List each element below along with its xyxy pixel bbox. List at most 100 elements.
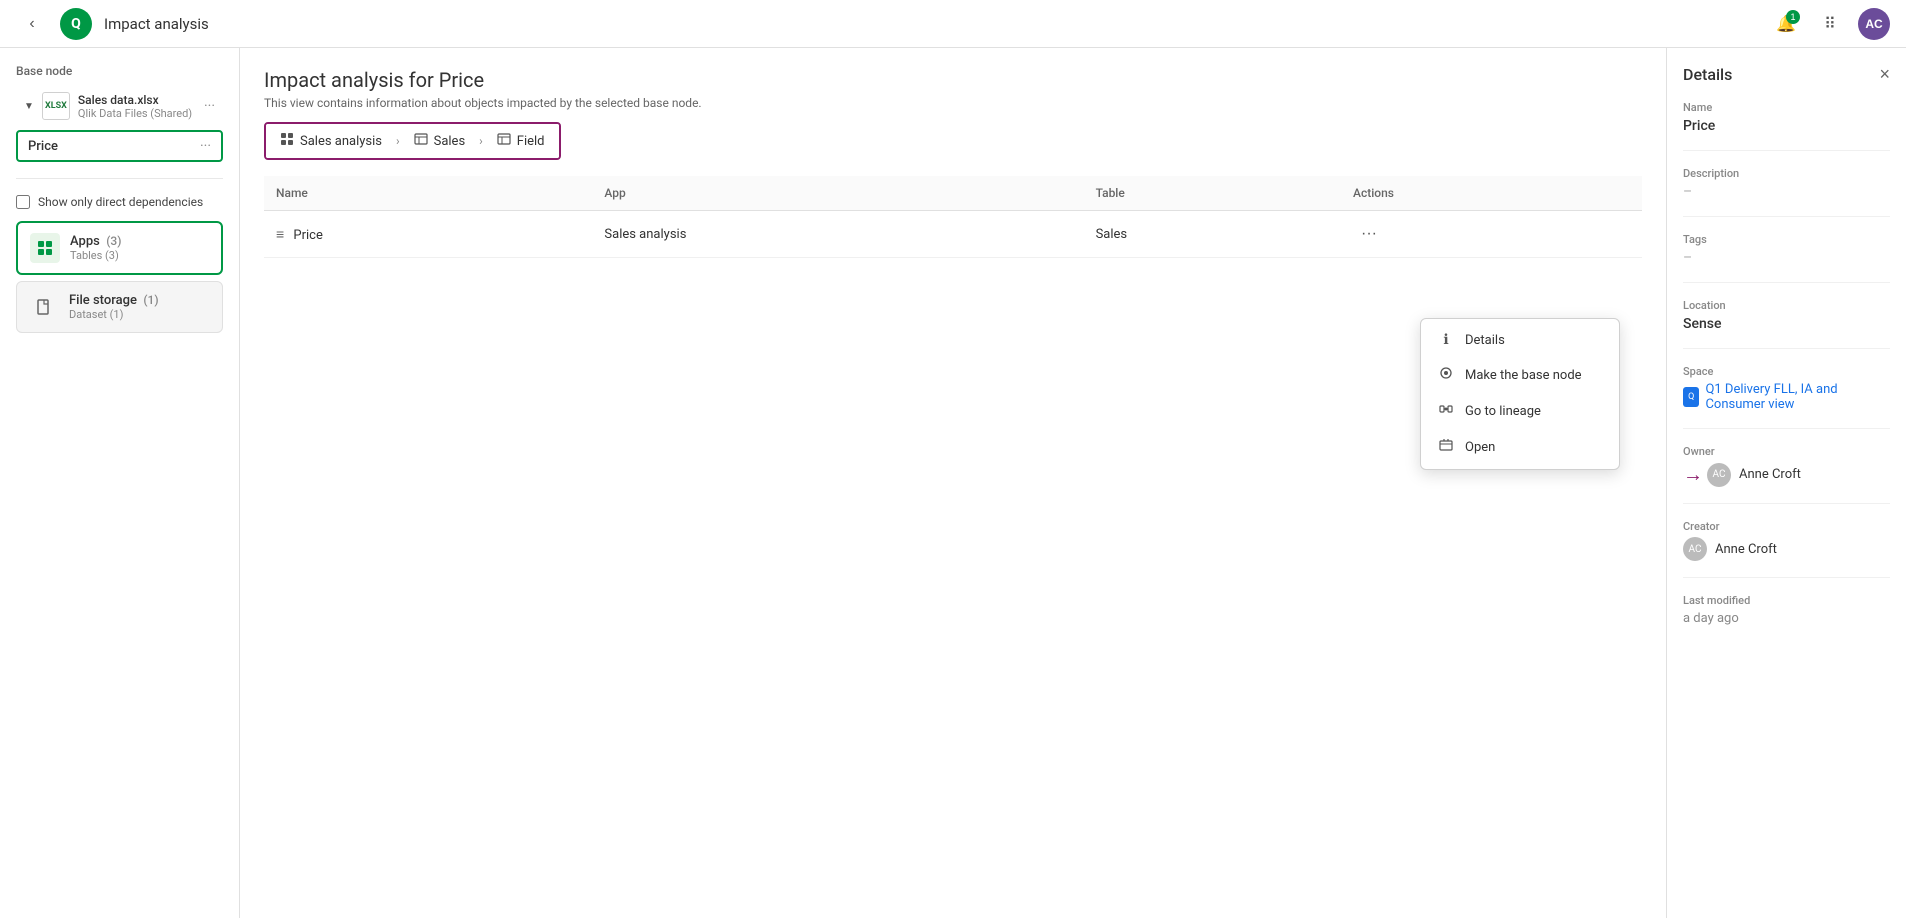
panel-title: Details [1683,65,1732,84]
space-item: Q Q1 Delivery FLL, IA and Consumer view [1683,382,1890,412]
price-chip-label: Price [28,139,58,154]
row-actions: ··· [1341,211,1642,258]
file-storage-nav-info: File storage (1) Dataset (1) [69,293,210,321]
ctx-go-to-lineage[interactable]: Go to lineage [1421,393,1619,429]
apps-nav-title: Apps (3) [70,234,209,249]
left-sidebar: Base node ▼ XLSX Sales data.xlsx Qlik Da… [0,48,240,918]
breadcrumb-field-label: Field [517,134,545,149]
apps-grid-button[interactable]: ⠿ [1814,8,1846,40]
file-name: Sales data.xlsx [78,93,196,107]
panel-location-section: Location Sense [1683,299,1890,349]
creator-item: AC Anne Croft [1683,537,1890,561]
user-avatar-button[interactable]: AC [1858,8,1890,40]
space-value: Q1 Delivery FLL, IA and Consumer view [1705,382,1890,412]
file-storage-icon [29,292,59,322]
location-label: Location [1683,299,1890,312]
row-app: Sales analysis [592,211,1083,258]
panel-owner-section: Owner → AC Anne Croft [1683,445,1890,504]
topbar-actions: 🔔 1 ⠿ AC [1770,8,1890,40]
field-icon [497,132,511,150]
last-modified-value: a day ago [1683,611,1890,626]
apps-nav-info: Apps (3) Tables (3) [70,234,209,262]
file-more-button[interactable]: ··· [204,98,215,114]
back-icon: ‹ [29,15,34,33]
breadcrumb-sales-label: Sales [434,134,466,149]
breadcrumb: Sales analysis › Sales › Field [264,122,561,160]
breadcrumb-sales-analysis-label: Sales analysis [300,134,382,149]
file-storage-nav-sub: Dataset (1) [69,308,210,321]
panel-close-button[interactable]: × [1879,64,1890,85]
file-source: Qlik Data Files (Shared) [78,107,196,120]
breadcrumb-sales[interactable]: Sales [400,124,480,158]
row-actions-button[interactable]: ··· [1353,221,1385,247]
row-name-icon: ≡ [276,227,284,243]
owner-item: AC Anne Croft [1707,463,1801,487]
tags-value: – [1683,250,1890,266]
impact-table: Name App Table Actions ≡ Price Sales ana… [264,176,1642,258]
file-info: Sales data.xlsx Qlik Data Files (Shared) [78,93,196,120]
ctx-open[interactable]: Open [1421,429,1619,465]
owner-row: → AC Anne Croft [1683,462,1890,487]
main-content: Impact analysis for Price This view cont… [240,48,1666,918]
price-chip[interactable]: Price ··· [16,130,223,162]
owner-arrow-icon: → [1683,462,1703,487]
row-name-value: Price [293,228,322,243]
location-value: Sense [1683,316,1890,332]
apps-icon [30,233,60,263]
nav-item-apps[interactable]: Apps (3) Tables (3) [16,221,223,275]
notification-badge: 1 [1786,10,1800,24]
base-node-label: Base node [16,64,223,78]
panel-space-section: Space Q Q1 Delivery FLL, IA and Consumer… [1683,365,1890,429]
sidebar-divider [16,178,223,179]
file-storage-nav-title: File storage (1) [69,293,210,308]
ctx-make-base-node[interactable]: Make the base node [1421,357,1619,393]
name-value: Price [1683,118,1890,134]
logo: Q [60,8,92,40]
creator-avatar: AC [1683,537,1707,561]
open-icon [1437,438,1455,456]
breadcrumb-sales-analysis[interactable]: Sales analysis [266,124,396,158]
table-area: Name App Table Actions ≡ Price Sales ana… [240,160,1666,918]
nav-item-file-storage[interactable]: File storage (1) Dataset (1) [16,281,223,333]
col-app: App [592,176,1083,211]
topbar: ‹ Q Impact analysis 🔔 1 ⠿ AC [0,0,1906,48]
sales-icon [414,132,428,150]
expand-icon[interactable]: ▼ [24,101,34,112]
col-name: Name [264,176,592,211]
ctx-open-label: Open [1465,440,1495,455]
table-row: ≡ Price Sales analysis Sales ··· [264,211,1642,258]
col-actions: Actions [1341,176,1642,211]
space-label: Space [1683,365,1890,378]
back-button[interactable]: ‹ [16,8,48,40]
main-title: Impact analysis for Price [264,68,1642,92]
space-icon: Q [1683,387,1699,407]
creator-label: Creator [1683,520,1890,533]
price-chip-more-button[interactable]: ··· [200,138,211,154]
row-name: ≡ Price [264,211,592,258]
description-label: Description [1683,167,1890,180]
tags-label: Tags [1683,233,1890,246]
panel-header: Details × [1683,64,1890,85]
apps-nav-sub: Tables (3) [70,249,209,262]
topbar-title: Impact analysis [104,15,209,33]
breadcrumb-field[interactable]: Field [483,124,559,158]
go-to-lineage-icon [1437,402,1455,420]
notification-button[interactable]: 🔔 1 [1770,8,1802,40]
direct-deps-checkbox-row: Show only direct dependencies [16,195,223,209]
main-subtitle: This view contains information about obj… [264,96,1642,110]
panel-name-section: Name Price [1683,101,1890,151]
creator-name: Anne Croft [1715,542,1777,557]
row-table: Sales [1084,211,1341,258]
panel-description-section: Description – [1683,167,1890,217]
col-table: Table [1084,176,1341,211]
xlsx-icon: XLSX [42,92,70,120]
context-menu: ℹ Details Make the base node Go to linea… [1420,318,1620,470]
description-value: – [1683,184,1890,200]
owner-label: Owner [1683,445,1890,458]
ctx-details[interactable]: ℹ Details [1421,323,1619,357]
direct-deps-label: Show only direct dependencies [38,195,203,209]
panel-last-modified-section: Last modified a day ago [1683,594,1890,642]
qlik-logo-icon: Q [60,8,92,40]
panel-creator-section: Creator AC Anne Croft [1683,520,1890,578]
direct-deps-checkbox[interactable] [16,195,30,209]
